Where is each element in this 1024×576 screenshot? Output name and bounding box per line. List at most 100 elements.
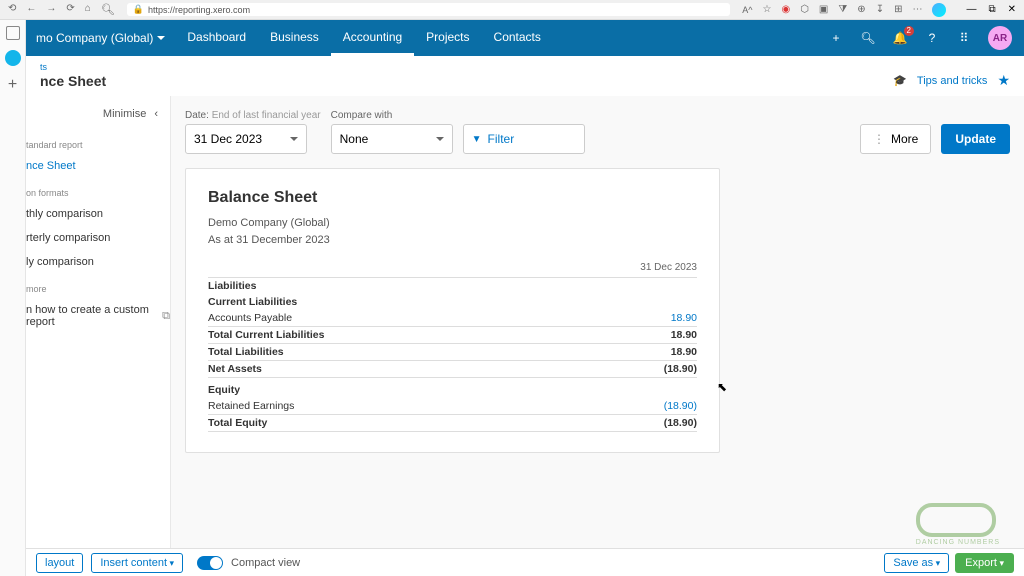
tab-contacts[interactable]: Contacts bbox=[482, 20, 553, 56]
date-label-text: Date: bbox=[185, 110, 209, 121]
browser-toolbar: ⟲ ← → ⟳ ⌂ 🔍︎ 🔒 https://reporting.xero.co… bbox=[0, 0, 1024, 20]
chevron-left-icon: ‹ bbox=[154, 108, 158, 120]
compare-label: Compare with bbox=[331, 110, 453, 121]
layout-button[interactable]: layout bbox=[36, 553, 83, 573]
downloads-icon[interactable]: ↧ bbox=[876, 4, 884, 15]
avatar[interactable]: AR bbox=[988, 26, 1012, 50]
back-icon[interactable]: ← bbox=[26, 3, 36, 16]
app-header: mo Company (Global) Dashboard Business A… bbox=[26, 20, 1024, 56]
org-label: mo Company (Global) bbox=[36, 31, 153, 45]
extension4-icon[interactable]: ⊞ bbox=[894, 4, 902, 15]
val-retained-earnings[interactable]: (18.90) bbox=[588, 398, 697, 415]
refresh-alt-icon[interactable]: ⟲ bbox=[8, 3, 16, 16]
star-icon[interactable]: ★ bbox=[997, 72, 1010, 89]
restore-icon[interactable]: ⧉ bbox=[988, 4, 995, 15]
bottom-bar: layout Insert content Compact view Save … bbox=[26, 548, 1024, 576]
sidebar-heading-more: more bbox=[26, 274, 170, 298]
apps-icon[interactable]: ⠿ bbox=[956, 30, 972, 46]
row-accounts-payable[interactable]: Accounts Payable bbox=[208, 310, 588, 327]
filter-spacer bbox=[463, 110, 585, 121]
export-button[interactable]: Export bbox=[955, 553, 1014, 573]
row-net-assets: Net Assets bbox=[208, 361, 588, 378]
reload-icon[interactable]: ⟳ bbox=[66, 3, 74, 16]
xero-tab-icon[interactable] bbox=[5, 50, 21, 66]
tips-link[interactable]: Tips and tricks bbox=[917, 75, 988, 87]
search-icon[interactable]: 🔍︎ bbox=[101, 3, 115, 16]
compare-value: None bbox=[340, 132, 369, 146]
favorite-icon[interactable]: ☆ bbox=[762, 4, 771, 15]
extension2-icon[interactable]: ▣ bbox=[819, 4, 828, 15]
new-tab-icon[interactable]: + bbox=[8, 76, 17, 94]
home-icon[interactable]: ⌂ bbox=[85, 3, 91, 16]
tab-dashboard[interactable]: Dashboard bbox=[175, 20, 258, 56]
close-icon[interactable]: ✕ bbox=[1008, 4, 1016, 15]
help-icon[interactable]: ? bbox=[924, 30, 940, 46]
row-liabilities: Liabilities bbox=[208, 278, 588, 295]
tab-business[interactable]: Business bbox=[258, 20, 331, 56]
graduation-icon: 🎓 bbox=[893, 74, 907, 87]
vertical-tab-strip: + bbox=[0, 20, 26, 576]
extension3-icon[interactable]: ⊕ bbox=[857, 4, 865, 15]
sidebar-item-yearly[interactable]: ly comparison bbox=[26, 250, 170, 274]
update-button[interactable]: Update bbox=[941, 124, 1010, 154]
search-header-icon[interactable]: 🔍︎ bbox=[860, 30, 876, 46]
menu-icon[interactable]: ⋯ bbox=[912, 4, 922, 15]
watermark: DANCING NUMBERS bbox=[916, 503, 1000, 546]
insert-content-button[interactable]: Insert content bbox=[91, 553, 183, 573]
report-asat: As at 31 December 2023 bbox=[208, 232, 697, 249]
tab-projects[interactable]: Projects bbox=[414, 20, 481, 56]
add-icon[interactable]: + bbox=[828, 30, 844, 46]
forward-icon[interactable]: → bbox=[46, 3, 56, 16]
compare-input[interactable]: None bbox=[331, 124, 453, 154]
compact-toggle[interactable] bbox=[197, 556, 223, 570]
minimise-button[interactable]: Minimise ‹ bbox=[26, 108, 170, 130]
page-title: nce Sheet bbox=[40, 73, 106, 89]
minimize-icon[interactable]: — bbox=[966, 4, 976, 15]
row-retained-earnings[interactable]: Retained Earnings bbox=[208, 398, 588, 415]
row-total-liabilities: Total Liabilities bbox=[208, 344, 588, 361]
sidebar-item-quarterly[interactable]: rterly comparison bbox=[26, 226, 170, 250]
watermark-text: DANCING NUMBERS bbox=[916, 539, 1000, 546]
sidebar-item-balance-sheet[interactable]: nce Sheet bbox=[26, 154, 170, 178]
date-input[interactable]: 31 Dec 2023 bbox=[185, 124, 307, 154]
profile-icon[interactable] bbox=[932, 3, 946, 17]
address-bar[interactable]: 🔒 https://reporting.xero.com bbox=[127, 3, 730, 16]
val-total-current-liabilities: 18.90 bbox=[588, 327, 697, 344]
controls-row: Date: End of last financial year 31 Dec … bbox=[185, 110, 1010, 154]
save-as-button[interactable]: Save as bbox=[884, 553, 949, 573]
text-az-icon[interactable]: A^ bbox=[742, 5, 752, 15]
tab-overview-icon[interactable] bbox=[6, 26, 20, 40]
sidebar-item-monthly[interactable]: thly comparison bbox=[26, 202, 170, 226]
report-column-header: 31 Dec 2023 bbox=[208, 262, 697, 277]
compact-label: Compact view bbox=[231, 557, 300, 569]
content-area: Date: End of last financial year 31 Dec … bbox=[171, 96, 1024, 548]
title-bar: ts nce Sheet 🎓 Tips and tricks ★ bbox=[26, 56, 1024, 98]
notifications-icon[interactable]: 🔔2 bbox=[892, 30, 908, 46]
minimise-label: Minimise bbox=[103, 108, 146, 120]
row-equity: Equity bbox=[208, 378, 588, 399]
lock-icon: 🔒 bbox=[133, 4, 144, 15]
filter-button[interactable]: ▼ Filter bbox=[463, 124, 585, 154]
row-total-equity: Total Equity bbox=[208, 415, 588, 432]
extension1-icon[interactable]: ⬡ bbox=[800, 4, 809, 15]
sidebar-item-learn[interactable]: n how to create a custom report ⧉ bbox=[26, 298, 170, 334]
date-label: Date: End of last financial year bbox=[185, 110, 321, 121]
val-total-equity: (18.90) bbox=[588, 415, 697, 432]
sidebar-heading-formats: on formats bbox=[26, 178, 170, 202]
org-selector[interactable]: mo Company (Global) bbox=[26, 31, 175, 45]
main-area: Minimise ‹ tandard report nce Sheet on f… bbox=[26, 96, 1024, 548]
val-total-liabilities: 18.90 bbox=[588, 344, 697, 361]
more-dots-icon: ⋮ bbox=[873, 132, 885, 146]
more-button[interactable]: ⋮ More bbox=[860, 124, 931, 154]
val-accounts-payable[interactable]: 18.90 bbox=[588, 310, 697, 327]
tab-accounting[interactable]: Accounting bbox=[331, 20, 414, 56]
breadcrumb[interactable]: ts bbox=[40, 62, 1010, 72]
collections-icon[interactable]: ⧩ bbox=[838, 4, 847, 15]
report-card: Balance Sheet Demo Company (Global) As a… bbox=[185, 168, 720, 453]
report-sidebar: Minimise ‹ tandard report nce Sheet on f… bbox=[26, 96, 171, 548]
report-table: Liabilities Current Liabilities Accounts… bbox=[208, 277, 697, 432]
val-net-assets: (18.90) bbox=[588, 361, 697, 378]
more-label: More bbox=[891, 132, 918, 146]
row-current-liabilities: Current Liabilities bbox=[208, 294, 588, 310]
record-icon[interactable]: ◉ bbox=[781, 4, 790, 15]
